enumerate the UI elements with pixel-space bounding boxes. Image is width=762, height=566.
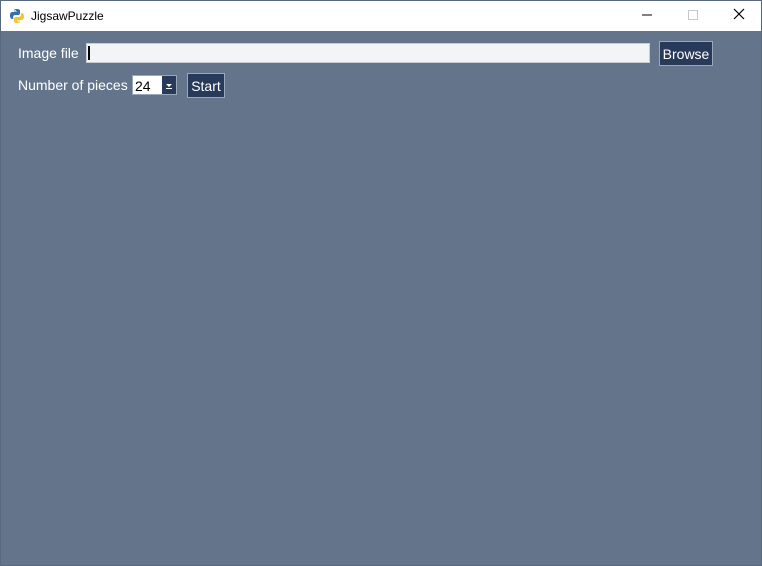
app-window: JigsawPuzzle Image file Browse Number of… [0,0,762,566]
maximize-icon [688,7,698,25]
chevron-down-icon[interactable] [162,76,176,94]
minimize-icon [642,7,652,25]
pieces-value: 24 [135,78,151,94]
text-caret [88,46,90,60]
browse-button[interactable]: Browse [659,41,713,66]
close-icon [733,7,745,25]
main-panel: Image file Browse Number of pieces 24 St… [1,31,761,565]
start-button[interactable]: Start [187,73,225,98]
maximize-button[interactable] [670,1,716,31]
title-bar: JigsawPuzzle [1,1,761,31]
close-button[interactable] [716,1,762,31]
pieces-label: Number of pieces [18,77,128,93]
image-file-input[interactable] [86,43,650,63]
window-title: JigsawPuzzle [31,9,104,23]
image-file-label: Image file [18,45,79,61]
minimize-button[interactable] [624,1,670,31]
pieces-dropdown[interactable]: 24 [132,75,177,95]
python-icon [9,8,25,24]
